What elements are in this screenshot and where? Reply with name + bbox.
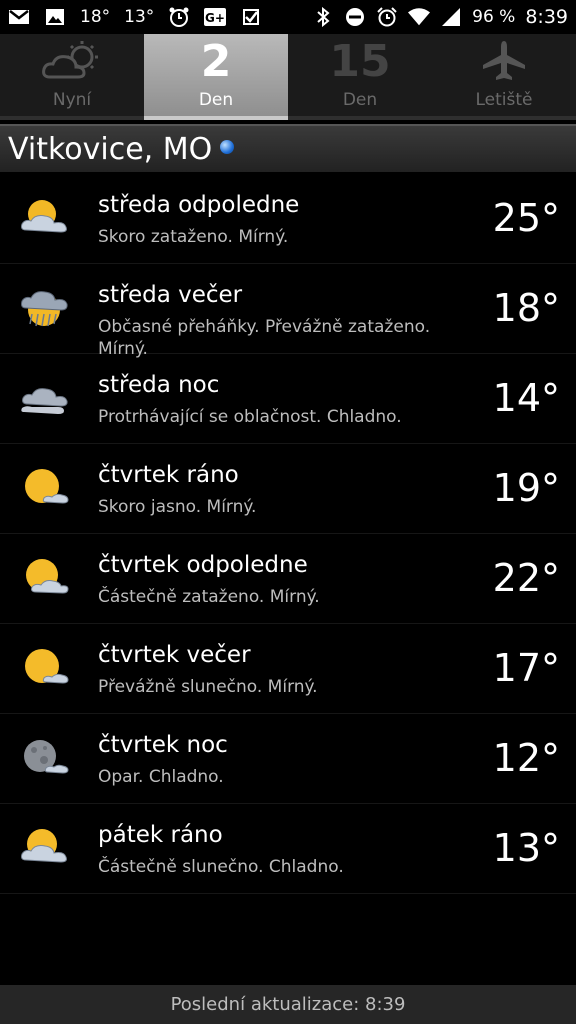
bluetooth-icon [312, 7, 334, 27]
location-title: Vitkovice, MO [8, 131, 213, 167]
forecast-row[interactable]: čtvrtek ráno Skoro jasno. Mírný. 19° [0, 444, 576, 534]
location-header[interactable]: Vitkovice, MO [0, 124, 576, 172]
forecast-row[interactable]: čtvrtek odpoledne Částečně zataženo. Mír… [0, 534, 576, 624]
forecast-description: Protrhávající se oblačnost. Chladno. [98, 407, 402, 427]
forecast-period: čtvrtek ráno [98, 462, 239, 488]
forecast-temperature: 17° [492, 646, 560, 690]
tasks-icon [240, 7, 262, 27]
forecast-period: čtvrtek večer [98, 642, 251, 668]
google-plus-icon: G+ [204, 7, 227, 27]
signal-icon [440, 7, 462, 27]
forecast-temperature: 14° [492, 376, 560, 420]
forecast-period: čtvrtek odpoledne [98, 552, 308, 578]
forecast-row[interactable]: středa odpoledne Skoro zataženo. Mírný. … [0, 174, 576, 264]
status-time: 8:39 [525, 6, 568, 28]
moon-haze-icon [18, 734, 72, 782]
forecast-temperature: 18° [492, 286, 560, 330]
status-bar: 18° 13° G+ 96 % 8:39 [0, 0, 576, 34]
alarm-clock-icon [168, 7, 190, 27]
svg-text:G+: G+ [205, 11, 225, 25]
photo-icon [44, 7, 66, 27]
forecast-description: Opar. Chladno. [98, 767, 224, 787]
tab-airport[interactable]: Letiště [432, 34, 576, 120]
tab-now[interactable]: Nyní [0, 34, 144, 120]
mostly-sunny-icon [18, 464, 72, 512]
tab-15-day[interactable]: 15 Den [288, 34, 432, 120]
forecast-temperature: 12° [492, 736, 560, 780]
partly-cloudy-icon [18, 194, 72, 242]
forecast-row[interactable]: středa večer Občasné přeháňky. Převážně … [0, 264, 576, 359]
tab-bar: Nyní 2 Den 15 Den Letiště [0, 34, 576, 120]
forecast-temperature: 19° [492, 466, 560, 510]
forecast-period: čtvrtek noc [98, 732, 228, 758]
battery-level: 96 % [472, 7, 516, 27]
tab-now-label: Nyní [52, 90, 92, 110]
tab-15-day-number: 15 [329, 35, 391, 87]
cloud-sun-icon [40, 34, 104, 88]
tab-2-day[interactable]: 2 Den [144, 34, 288, 120]
forecast-period: středa večer [98, 282, 243, 308]
tab-airport-label: Letiště [475, 90, 533, 110]
forecast-temperature: 13° [492, 826, 560, 870]
forecast-temperature: 25° [492, 196, 560, 240]
forecast-list: středa odpoledne Skoro zataženo. Mírný. … [0, 174, 576, 894]
do-not-disturb-icon [344, 7, 366, 27]
forecast-description: Převážně slunečno. Mírný. [98, 677, 318, 697]
partly-sunny-icon [18, 824, 72, 872]
forecast-row[interactable]: pátek ráno Částečně slunečno. Chladno. 1… [0, 804, 576, 894]
last-update-bar: Poslední aktualizace: 8:39 [0, 985, 576, 1024]
gmail-icon [8, 7, 30, 27]
last-update-text: Poslední aktualizace: 8:39 [170, 994, 406, 1015]
forecast-row[interactable]: čtvrtek večer Převážně slunečno. Mírný. … [0, 624, 576, 714]
alarm-icon [376, 7, 398, 27]
tab-2-day-label: Den [198, 90, 234, 110]
tab-15-day-label: Den [342, 90, 378, 110]
status-temp-2: 13° [124, 7, 155, 27]
forecast-period: středa odpoledne [98, 192, 300, 218]
forecast-row[interactable]: čtvrtek noc Opar. Chladno. 12° [0, 714, 576, 804]
forecast-period: středa noc [98, 372, 220, 398]
forecast-row[interactable]: středa noc Protrhávající se oblačnost. C… [0, 354, 576, 444]
mostly-sunny-icon [18, 644, 72, 692]
forecast-temperature: 22° [492, 556, 560, 600]
tab-2-day-number: 2 [200, 35, 232, 87]
forecast-description: Částečně slunečno. Chladno. [98, 857, 344, 877]
partly-cloudy-icon [18, 554, 72, 602]
airplane-icon [479, 34, 529, 88]
forecast-description: Částečně zataženo. Mírný. [98, 587, 320, 607]
wifi-icon [408, 7, 431, 27]
showers-icon [18, 284, 72, 332]
status-temp-1: 18° [80, 7, 111, 27]
forecast-period: pátek ráno [98, 822, 223, 848]
forecast-description: Skoro zataženo. Mírný. [98, 227, 289, 247]
forecast-description: Skoro jasno. Mírný. [98, 497, 257, 517]
location-dot-icon [220, 140, 235, 154]
cloudy-night-icon [18, 374, 72, 422]
